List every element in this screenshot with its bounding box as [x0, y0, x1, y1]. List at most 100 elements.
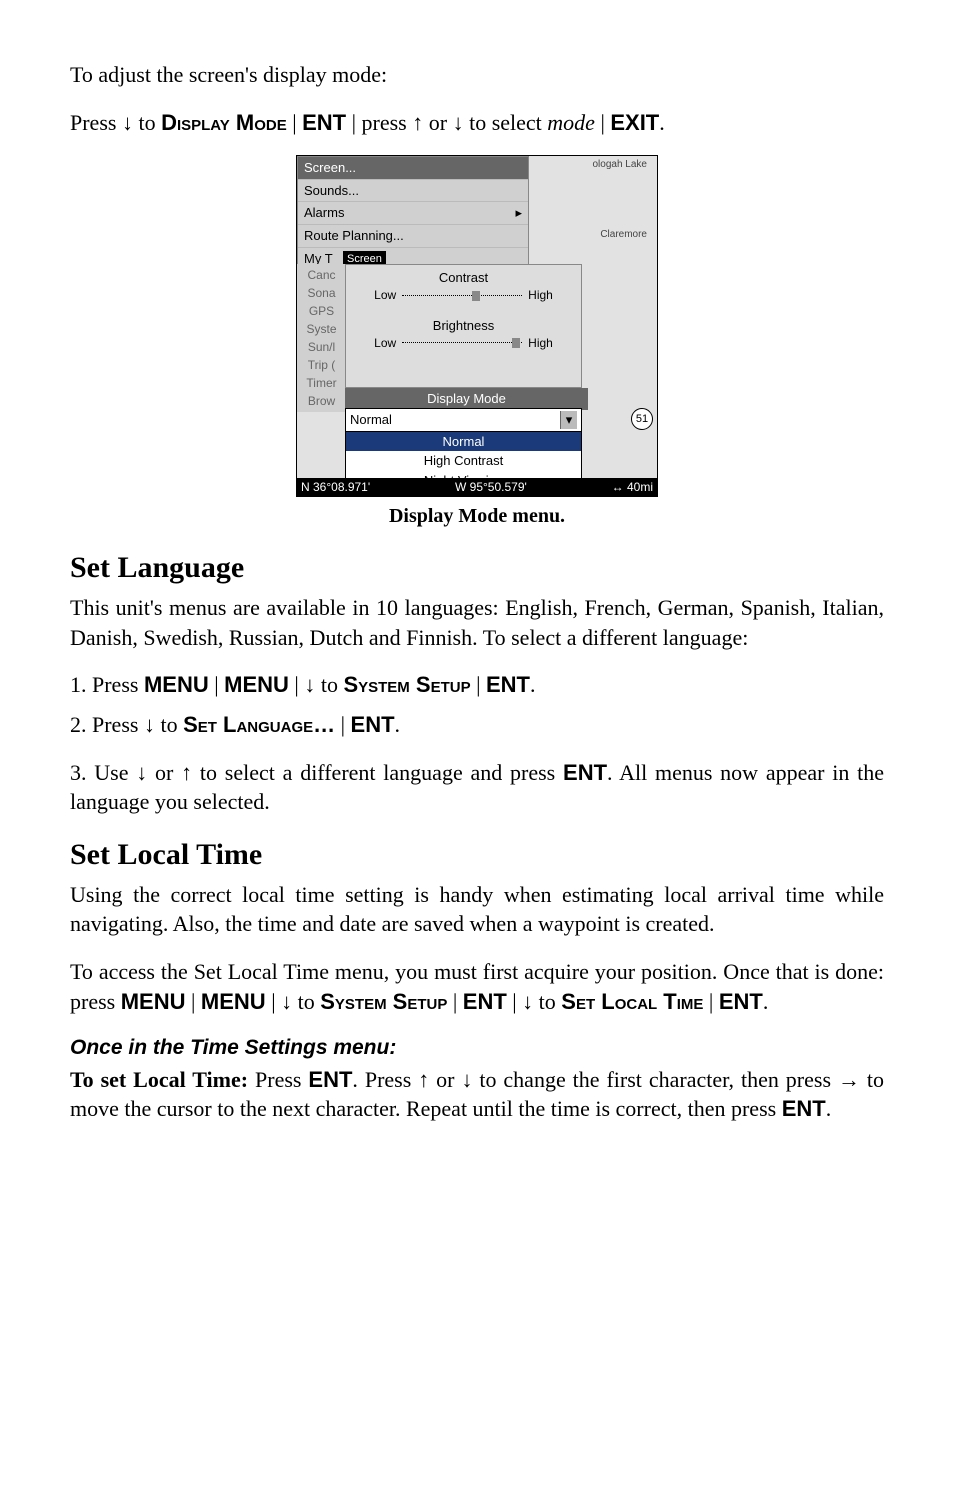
list-item: Sun/l	[299, 338, 344, 356]
step-2: 2. Press ↓ to Set Language… | ENT.	[70, 710, 884, 740]
dot: .	[826, 1096, 832, 1121]
down-arrow-icon: ↓	[136, 760, 147, 785]
map-label: ologah Lake	[593, 158, 648, 172]
status-bar: N 36°08.971' W 95°50.579' ↔ 40mi	[297, 478, 657, 496]
down-arrow-icon: ↓	[122, 110, 133, 135]
up-arrow-icon: ↑	[418, 1067, 429, 1092]
sep: |	[447, 989, 462, 1014]
key-ent: ENT	[563, 760, 607, 785]
set-local-body: Using the correct local time setting is …	[70, 880, 884, 939]
intro-line: To adjust the screen's display mode:	[70, 60, 884, 90]
press-sequence: Press ↓ to Display Mode | ENT | press ↑ …	[70, 108, 884, 138]
display-mode-header: Display Mode	[345, 388, 588, 410]
sep: |	[335, 712, 350, 737]
text: Press	[248, 1067, 308, 1092]
list-item: Timer	[299, 374, 344, 392]
sep: |	[346, 110, 361, 135]
menu-item[interactable]: Sounds...	[298, 180, 528, 203]
text: 1. Press	[70, 672, 144, 697]
list-item: GPS	[299, 302, 344, 320]
text: to select a different language and press	[192, 760, 563, 785]
menu-item[interactable]: Alarms ▸	[298, 202, 528, 225]
dot: .	[395, 712, 401, 737]
slider-panel: Contrast Low High Brightness Low High	[345, 264, 582, 388]
sep: |	[209, 672, 224, 697]
key-exit: EXIT	[610, 110, 659, 135]
text: to select	[464, 110, 548, 135]
chevron-down-icon[interactable]: ▾	[560, 411, 577, 429]
text: to	[155, 712, 183, 737]
contrast-label: Contrast	[346, 269, 581, 287]
sep: |	[266, 989, 281, 1014]
text: or	[147, 760, 181, 785]
to-set-local-time: To set Local Time: Press ENT. Press ↑ or…	[70, 1065, 884, 1124]
road-badge: 51	[631, 408, 653, 430]
map-label: Claremore	[600, 228, 647, 242]
text: to	[133, 110, 161, 135]
slider-thumb[interactable]	[512, 338, 520, 348]
high-label: High	[528, 287, 553, 303]
text: to change the first character, then pres…	[472, 1067, 838, 1092]
key-ent: ENT	[308, 1067, 352, 1092]
low-label: Low	[374, 335, 396, 351]
status-lat: N 36°08.971'	[301, 479, 370, 495]
up-arrow-icon: ↑	[412, 110, 423, 135]
list-item: Syste	[299, 320, 344, 338]
list-item: Sona	[299, 284, 344, 302]
step-3: 3. Use ↓ or ↑ to select a different lang…	[70, 758, 884, 817]
text: . Press	[352, 1067, 418, 1092]
sep: |	[471, 672, 486, 697]
key-display-mode: Display Mode	[161, 110, 287, 135]
list-item: Canc	[299, 266, 344, 284]
heading-set-language: Set Language	[70, 548, 884, 589]
menu-item[interactable]: Screen...	[298, 157, 528, 180]
dropdown-item[interactable]: Normal	[346, 432, 581, 452]
key-ent: ENT	[463, 989, 507, 1014]
brightness-slider[interactable]	[402, 342, 522, 343]
key-system-setup: System Setup	[343, 672, 470, 697]
sep: |	[703, 989, 718, 1014]
text: press	[362, 110, 413, 135]
text: Press	[70, 110, 122, 135]
key-set-local-time: Set Local Time	[561, 989, 703, 1014]
low-label: Low	[374, 287, 396, 303]
figure-caption: Display Mode menu.	[70, 503, 884, 530]
slider-thumb[interactable]	[472, 291, 480, 301]
list-item: Trip (	[299, 356, 344, 374]
key-menu: MENU	[121, 989, 186, 1014]
sep: |	[186, 989, 201, 1014]
text: 2. Press	[70, 712, 144, 737]
dot: .	[659, 110, 665, 135]
key-ent: ENT	[782, 1096, 826, 1121]
down-arrow-icon: ↓	[144, 712, 155, 737]
key-ent: ENT	[351, 712, 395, 737]
sep: |	[595, 110, 610, 135]
figure-display-mode: ologah Lake Screen... Sounds... Alarms ▸ …	[70, 155, 884, 530]
high-label: High	[528, 335, 553, 351]
key-menu: MENU	[201, 989, 266, 1014]
text: to	[533, 989, 561, 1014]
key-menu: MENU	[144, 672, 209, 697]
menu-item[interactable]: Route Planning...	[298, 225, 528, 248]
step-1: 1. Press MENU | MENU | ↓ to System Setup…	[70, 670, 884, 700]
menu-label: Alarms	[304, 204, 344, 222]
scale-readout: ↔ 40mi	[612, 479, 653, 495]
dot: .	[530, 672, 536, 697]
dropdown-item[interactable]: High Contrast	[346, 451, 581, 471]
key-ent: ENT	[302, 110, 346, 135]
text: 3. Use	[70, 760, 136, 785]
text: to	[292, 989, 320, 1014]
key-set-language: Set Language…	[183, 712, 335, 737]
text: to	[315, 672, 343, 697]
sep: |	[287, 110, 302, 135]
key-ent: ENT	[719, 989, 763, 1014]
sep: |	[289, 672, 304, 697]
main-menu: Screen... Sounds... Alarms ▸ Route Planni…	[297, 156, 529, 271]
dropdown-value: Normal	[350, 411, 392, 429]
lead-bold: To set Local Time:	[70, 1067, 248, 1092]
heading-set-local-time: Set Local Time	[70, 835, 884, 876]
sep: |	[507, 989, 522, 1014]
submenu-arrow-icon: ▸	[515, 204, 522, 222]
down-arrow-icon: ↓	[461, 1067, 472, 1092]
contrast-slider[interactable]	[402, 295, 522, 296]
